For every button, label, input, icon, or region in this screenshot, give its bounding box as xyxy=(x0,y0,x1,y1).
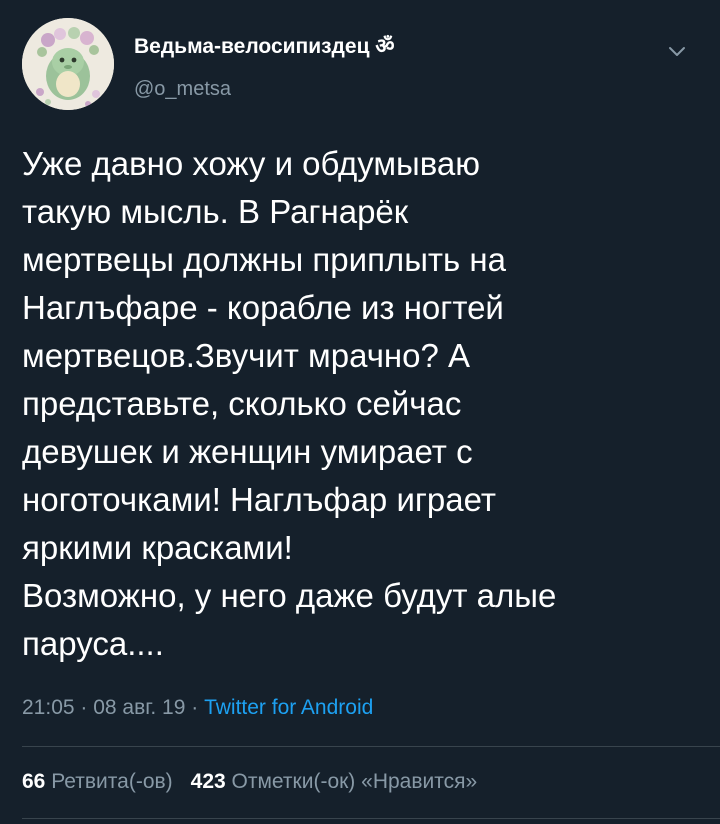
likes-stat[interactable]: 423 Отметки(-ок) «Нравится» xyxy=(191,770,478,793)
tweet-date: 08 авг. 19 xyxy=(93,696,186,719)
chevron-down-icon[interactable] xyxy=(666,40,688,62)
tweet-text: Уже давно хожу и обдумываю такую мысль. … xyxy=(22,145,557,662)
display-name-row[interactable]: Ведьма-велосипиздец ॐ xyxy=(134,32,394,60)
tweet-time: 21:05 xyxy=(22,696,75,719)
user-handle[interactable]: @o_metsa xyxy=(134,78,231,101)
likes-count: 423 xyxy=(190,770,226,793)
divider-bottom xyxy=(22,818,720,819)
avatar[interactable] xyxy=(22,18,114,110)
top-edge xyxy=(0,0,720,4)
tweet-header: Ведьма-велосипиздец ॐ @o_metsa xyxy=(22,18,702,114)
retweets-count: 66 xyxy=(22,770,46,793)
tweet-meta: 21:05 · 08 авг. 19 · Twitter for Android xyxy=(22,696,373,720)
avatar-image xyxy=(22,18,114,110)
likes-label: Отметки(-ок) «Нравится» xyxy=(231,770,478,793)
tweet-source-link[interactable]: Twitter for Android xyxy=(204,696,373,719)
display-name[interactable]: Ведьма-велосипиздец ॐ xyxy=(134,32,394,60)
retweets-stat[interactable]: 66 Ретвита(-ов) xyxy=(22,770,173,793)
meta-separator: · xyxy=(185,696,205,719)
retweets-label: Ретвита(-ов) xyxy=(51,770,173,793)
divider xyxy=(22,746,720,747)
meta-separator: · xyxy=(74,696,94,719)
tweet-stats: 66 Ретвита(-ов) 423 Отметки(-ок) «Нравитс… xyxy=(22,770,477,794)
